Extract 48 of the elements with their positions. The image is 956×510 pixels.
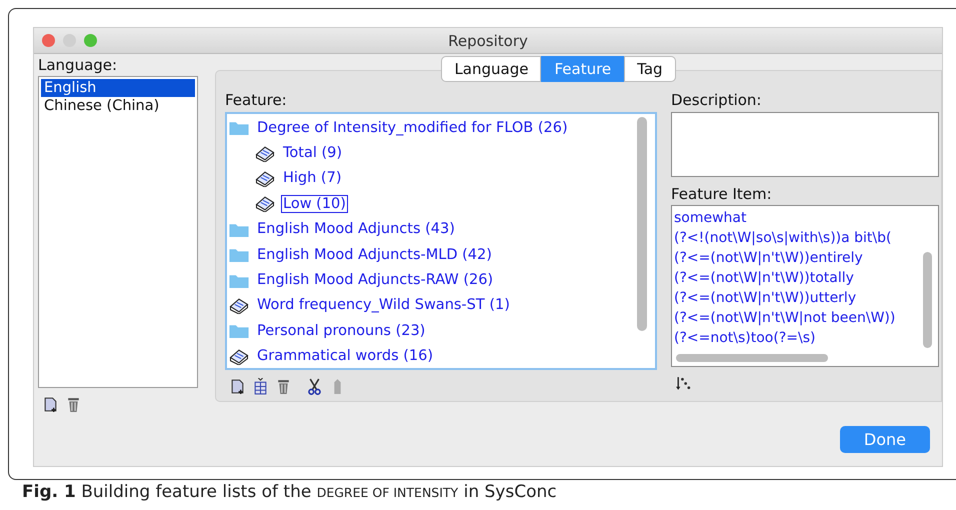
tree-item[interactable]: English Mood Adjuncts-RAW (26)	[255, 271, 496, 290]
zoom-button[interactable]	[84, 34, 97, 47]
table-icon[interactable]	[252, 378, 269, 395]
window-title: Repository	[448, 32, 528, 50]
figure-caption: Fig. 1 Building feature lists of the DEGREE OF INTENSITY in SysConc	[22, 482, 557, 502]
tree-item[interactable]: High (7)	[281, 169, 344, 188]
scrollbar[interactable]	[676, 354, 828, 362]
new-document-icon[interactable]	[42, 396, 59, 413]
folder-icon	[228, 119, 250, 136]
tree-item[interactable]: English Mood Adjuncts-MLD (42)	[255, 246, 494, 264]
scissors-icon[interactable]	[306, 378, 323, 395]
description-field[interactable]	[671, 112, 939, 177]
sort-icon[interactable]	[675, 375, 692, 392]
tab[interactable]: Tag	[624, 56, 676, 82]
tree-item[interactable]: Grammatical words (16)	[255, 347, 435, 366]
tree-item[interactable]: Degree of Intensity_modified for FLOB (26)	[255, 118, 570, 137]
description-label: Description:	[671, 91, 762, 109]
feature-item[interactable]: (?<=(not\W|n't\W))utterly	[674, 288, 922, 308]
feature-item[interactable]: somewhat	[674, 208, 922, 228]
feature-item[interactable]: (?<=(not\W|n't\W))totally	[674, 268, 922, 288]
tree-item[interactable]: Low (10)	[281, 194, 348, 213]
book-icon	[228, 296, 250, 314]
language-label: Language:	[38, 56, 118, 74]
trash-icon[interactable]	[275, 378, 292, 395]
folder-icon	[228, 246, 250, 264]
language-item[interactable]: Chinese (China)	[41, 97, 195, 115]
feature-item[interactable]: (?<!(not\W|so\s|with\s))a bit\b(	[674, 228, 922, 248]
tree-item[interactable]: Total (9)	[281, 144, 344, 162]
feature-item[interactable]: (?<=(not\W|n't\W))entirely	[674, 248, 922, 268]
tree-item[interactable]: Personal pronouns (23)	[255, 322, 428, 340]
tree-item[interactable]: Word frequency_Wild Swans-ST (1)	[255, 296, 512, 314]
scrollbar[interactable]	[923, 252, 932, 348]
new-document-icon[interactable]	[229, 378, 246, 395]
trash-icon[interactable]	[65, 396, 82, 413]
feature-item-label: Feature Item:	[671, 185, 773, 203]
tree-item[interactable]: English Mood Adjuncts (43)	[255, 220, 457, 238]
scrollbar[interactable]	[637, 117, 647, 331]
feature-label: Feature:	[225, 91, 288, 109]
folder-icon	[228, 322, 250, 340]
book-icon	[254, 144, 276, 162]
tab[interactable]: Language	[441, 56, 542, 82]
book-icon	[228, 348, 250, 365]
book-icon	[254, 195, 276, 212]
close-button[interactable]	[42, 34, 55, 47]
language-item[interactable]: English	[41, 79, 195, 97]
feature-item[interactable]: (?<=(not\W|n't\W|not been\W))	[674, 308, 922, 328]
feature-item[interactable]: (?<=not\s)too(?=\s)	[674, 328, 922, 348]
book-icon	[254, 170, 276, 187]
